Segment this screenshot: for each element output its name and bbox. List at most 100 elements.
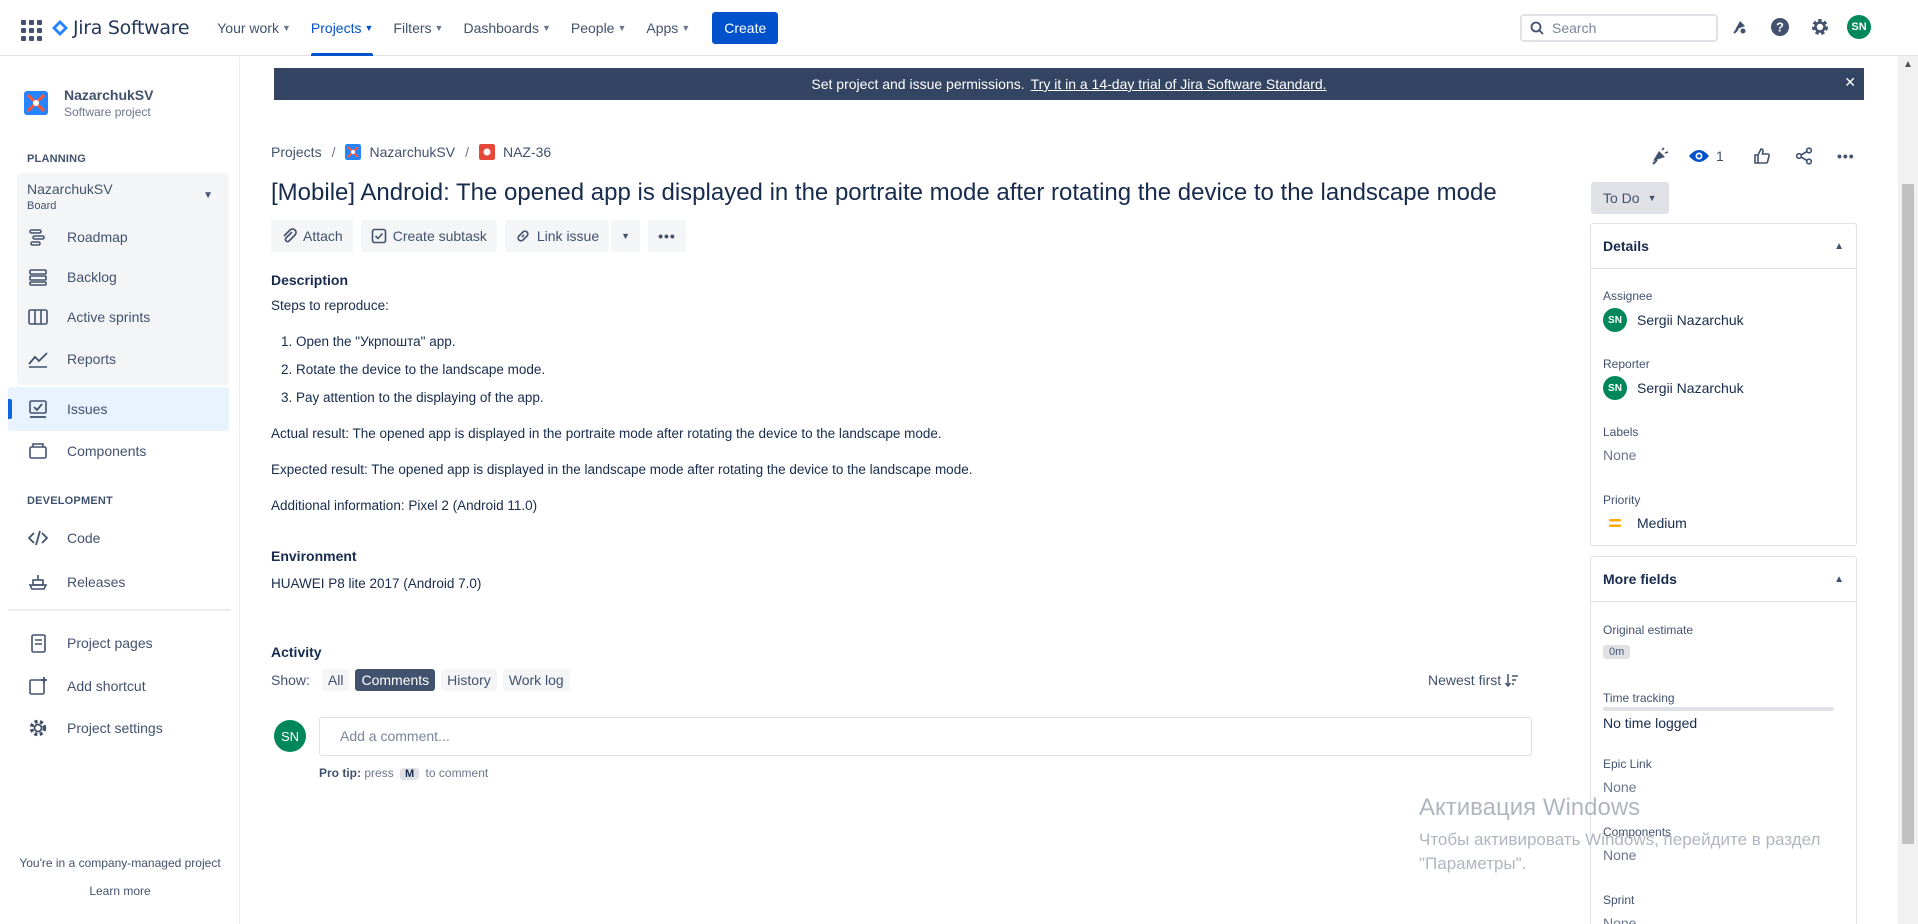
- create-subtask-button[interactable]: Create subtask: [360, 220, 497, 252]
- breadcrumb-project[interactable]: NazarchukSV: [369, 144, 455, 160]
- comment-avatar: SN: [274, 720, 306, 752]
- user-avatar[interactable]: SN: [1847, 15, 1871, 39]
- environment-value[interactable]: HUAWEI P8 lite 2017 (Android 7.0): [271, 576, 481, 591]
- chevron-up-icon: ▲: [1834, 240, 1844, 252]
- attach-button[interactable]: Attach: [271, 220, 353, 252]
- filter-work-log[interactable]: Work log: [502, 669, 570, 691]
- sidebar-item-project-pages[interactable]: Project pages: [27, 625, 153, 661]
- close-icon[interactable]: ✕: [1844, 74, 1856, 91]
- sort-newest-first[interactable]: Newest first: [1428, 672, 1519, 688]
- sidebar-item-roadmap[interactable]: Roadmap: [27, 219, 128, 255]
- vote-thumbs-up-icon[interactable]: [1748, 142, 1776, 170]
- sidebar-item-components[interactable]: Components: [27, 433, 146, 469]
- more-dots-icon: •••: [658, 228, 676, 244]
- time-tracking-bar[interactable]: [1603, 707, 1834, 711]
- more-dots-icon[interactable]: •••: [1832, 142, 1860, 170]
- issue-header-actions: 1 •••: [1646, 142, 1860, 170]
- settings-gear-icon[interactable]: [1807, 14, 1833, 40]
- search-icon: [1530, 21, 1544, 35]
- chevron-down-icon: ▼: [434, 22, 444, 33]
- original-estimate-field[interactable]: 0m: [1603, 645, 1631, 659]
- step-item: 2. Rotate the device to the landscape mo…: [281, 362, 546, 377]
- sidebar-item-label: Project pages: [67, 635, 153, 651]
- filter-comments[interactable]: Comments: [355, 669, 436, 691]
- board-name[interactable]: NazarchukSV: [27, 181, 113, 197]
- steps-intro: Steps to reproduce:: [271, 298, 389, 313]
- windows-activation-watermark: Активация Windows Чтобы активировать Win…: [1419, 794, 1820, 876]
- eye-icon: [1689, 150, 1709, 162]
- jira-logo-icon: [52, 19, 68, 36]
- filter-history[interactable]: History: [441, 669, 497, 691]
- share-icon[interactable]: [1790, 142, 1818, 170]
- sidebar-item-active-sprints[interactable]: Active sprints: [27, 299, 150, 335]
- breadcrumb-projects[interactable]: Projects: [271, 144, 322, 160]
- scrollbar-thumb[interactable]: [1902, 184, 1914, 844]
- nav-label: People: [570, 19, 615, 36]
- sidebar-item-add-shortcut[interactable]: Add shortcut: [27, 668, 146, 704]
- nav-people[interactable]: People ▼: [561, 0, 637, 56]
- banner-text: Set project and issue permissions.: [811, 76, 1025, 92]
- epic-link-value[interactable]: None: [1603, 779, 1636, 795]
- comment-input[interactable]: Add a comment...: [319, 717, 1532, 756]
- subtask-icon: [371, 228, 387, 244]
- add-shortcut-icon: [27, 675, 49, 697]
- protip-post: to comment: [425, 766, 489, 780]
- nav-filters[interactable]: Filters ▼: [383, 0, 453, 56]
- nav-label: Filters: [393, 19, 432, 36]
- jira-logo[interactable]: Jira Software: [52, 17, 190, 39]
- sidebar-item-issues[interactable]: Issues: [27, 391, 107, 427]
- more-actions-button[interactable]: •••: [648, 220, 686, 252]
- sidebar-item-code[interactable]: Code: [27, 520, 100, 556]
- priority-medium-icon: [1609, 519, 1621, 527]
- issue-title[interactable]: [Mobile] Android: The opened app is disp…: [271, 179, 1497, 207]
- breadcrumb-issue-key[interactable]: NAZ-36: [503, 144, 551, 160]
- details-panel-header[interactable]: Details ▲: [1591, 224, 1856, 269]
- page-scrollbar[interactable]: ▲: [1898, 56, 1918, 924]
- nav-your-work[interactable]: Your work ▼: [207, 0, 301, 56]
- time-tracking-value: No time logged: [1603, 715, 1698, 731]
- assignee-label: Assignee: [1603, 289, 1653, 303]
- sprint-value[interactable]: None: [1603, 915, 1636, 924]
- chevron-down-icon[interactable]: ▼: [203, 190, 213, 201]
- help-icon[interactable]: ?: [1767, 14, 1793, 40]
- banner-trial-link[interactable]: Try it in a 14-day trial of Jira Softwar…: [1031, 76, 1327, 92]
- notifications-icon[interactable]: [1727, 14, 1753, 40]
- reporter-field[interactable]: SN Sergii Nazarchuk: [1603, 376, 1744, 400]
- sidebar-item-label: Roadmap: [67, 229, 128, 245]
- trial-banner: Set project and issue permissions. Try i…: [274, 68, 1864, 100]
- feedback-megaphone-icon[interactable]: [1646, 142, 1674, 170]
- components-icon: [27, 440, 49, 462]
- sidebar-item-releases[interactable]: Releases: [27, 564, 125, 600]
- sidebar-item-backlog[interactable]: Backlog: [27, 259, 117, 295]
- status-dropdown[interactable]: To Do ▼: [1591, 182, 1669, 214]
- app-switcher-icon[interactable]: [16, 14, 44, 42]
- nav-dashboards[interactable]: Dashboards ▼: [453, 0, 560, 56]
- labels-field[interactable]: None: [1603, 447, 1636, 463]
- nav-projects[interactable]: Projects ▼: [301, 0, 384, 56]
- assignee-name: Sergii Nazarchuk: [1637, 312, 1744, 328]
- nav-apps[interactable]: Apps ▼: [636, 0, 700, 56]
- additional-info: Additional information: Pixel 2 (Android…: [271, 498, 538, 513]
- create-button[interactable]: Create: [712, 11, 779, 44]
- sidebar-item-reports[interactable]: Reports: [27, 341, 116, 377]
- roadmap-icon: [27, 226, 49, 248]
- more-fields-header[interactable]: More fields ▲: [1591, 557, 1856, 602]
- sidebar-item-project-settings[interactable]: Project settings: [27, 710, 163, 746]
- breadcrumb-separator: /: [465, 144, 469, 160]
- activity-heading: Activity: [271, 644, 322, 660]
- priority-field[interactable]: Medium: [1603, 515, 1687, 531]
- actual-result: Actual result: The opened app is display…: [271, 426, 942, 441]
- search-placeholder: Search: [1552, 20, 1597, 36]
- link-issue-button[interactable]: Link issue: [504, 220, 610, 252]
- watch-button[interactable]: 1: [1688, 142, 1724, 170]
- priority-value: Medium: [1637, 515, 1687, 531]
- link-issue-dropdown[interactable]: ▼: [611, 220, 641, 252]
- learn-more-link[interactable]: Learn more: [0, 884, 240, 898]
- scroll-up-icon[interactable]: ▲: [1903, 59, 1913, 70]
- project-header[interactable]: NazarchukSV Software project: [24, 87, 153, 119]
- chevron-down-icon: ▼: [364, 22, 374, 33]
- assignee-field[interactable]: SN Sergii Nazarchuk: [1603, 308, 1744, 332]
- search-input[interactable]: Search: [1520, 14, 1718, 42]
- filter-all[interactable]: All: [321, 669, 350, 691]
- chevron-down-icon: ▼: [617, 22, 627, 33]
